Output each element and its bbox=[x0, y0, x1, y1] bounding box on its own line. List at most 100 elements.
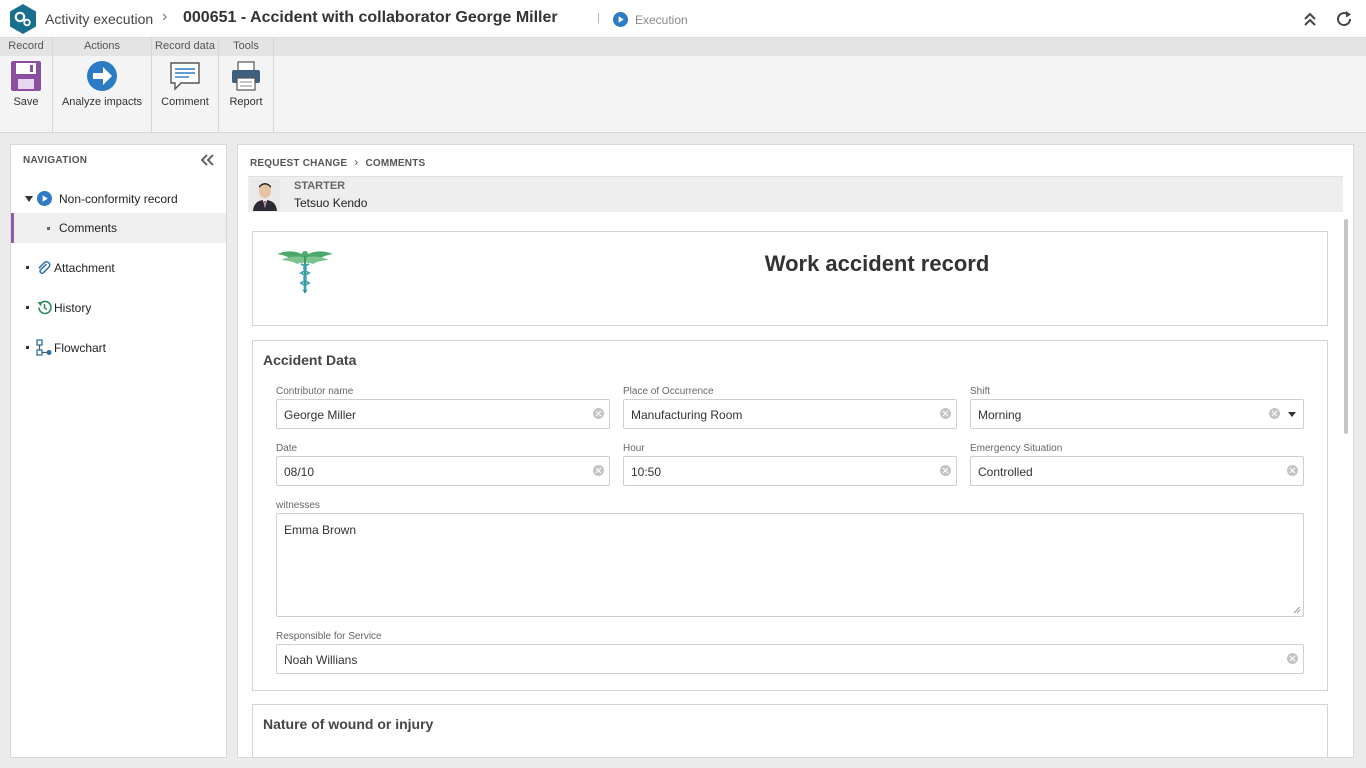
comment-icon bbox=[170, 62, 200, 91]
analyze-impacts-label: Analyze impacts bbox=[61, 96, 143, 108]
contributor-name-label: Contributor name bbox=[276, 386, 354, 397]
date-label: Date bbox=[276, 443, 298, 454]
clear-icon[interactable] bbox=[940, 408, 951, 419]
clear-icon[interactable] bbox=[593, 408, 604, 419]
double-chevron-up-icon[interactable] bbox=[1302, 11, 1318, 27]
main-panel: REQUEST CHANGE › COMMENTS STARTER Tetsuo… bbox=[237, 144, 1354, 758]
comment-button[interactable]: Comment bbox=[152, 60, 218, 108]
form-header-card: Work accident record bbox=[252, 231, 1328, 326]
breadcrumb-item: COMMENTS bbox=[365, 158, 426, 169]
resize-grip-icon[interactable] bbox=[1293, 606, 1301, 614]
field-value: Noah Willians bbox=[284, 653, 358, 667]
field-value: 10:50 bbox=[631, 465, 662, 479]
printer-icon bbox=[232, 61, 260, 91]
history-icon bbox=[37, 300, 52, 315]
nav-item-non-conformity-record[interactable]: Non-conformity record bbox=[11, 184, 226, 214]
emergency-situation-label: Emergency Situation bbox=[970, 443, 1063, 454]
refresh-icon[interactable] bbox=[1335, 10, 1353, 28]
starter-bar: STARTER Tetsuo Kendo bbox=[248, 176, 1343, 212]
field-value: George Miller bbox=[284, 408, 357, 422]
starter-name: Tetsuo Kendo bbox=[294, 196, 368, 210]
scrollbar[interactable] bbox=[1344, 219, 1348, 434]
field-value: Emma Brown bbox=[284, 523, 357, 537]
avatar bbox=[250, 179, 280, 211]
clear-icon[interactable] bbox=[1269, 408, 1280, 419]
contributor-name-field[interactable]: George Miller bbox=[276, 399, 610, 429]
nav-item-flowchart[interactable]: Flowchart bbox=[11, 333, 226, 363]
responsible-for-service-field[interactable]: Noah Willians bbox=[276, 644, 1304, 674]
shift-select[interactable]: Morning bbox=[970, 399, 1304, 429]
caret-down-icon[interactable] bbox=[25, 196, 33, 202]
ribbon-group-record: Record Save bbox=[0, 38, 53, 133]
navigation-panel: NAVIGATION Non-conformity record Comment… bbox=[10, 144, 227, 758]
ribbon-toolbar: Record Save Actions Analyze impacts Reco… bbox=[0, 38, 1366, 133]
ribbon-group-label: Tools bbox=[219, 38, 273, 56]
ribbon-group-label: Record bbox=[0, 38, 52, 56]
form-title: Work accident record bbox=[764, 251, 990, 276]
analyze-impacts-button[interactable]: Analyze impacts bbox=[53, 60, 151, 108]
nav-item-attachment[interactable]: Attachment bbox=[11, 253, 226, 283]
clear-icon[interactable] bbox=[593, 465, 604, 476]
arrow-right-circle-icon bbox=[87, 61, 117, 91]
breadcrumb-separator: › bbox=[354, 155, 359, 169]
nav-item-label: Attachment bbox=[54, 261, 115, 275]
save-button[interactable]: Save bbox=[0, 60, 52, 108]
record-title: 000651 - Accident with collaborator Geor… bbox=[183, 9, 558, 26]
paperclip-icon bbox=[38, 261, 51, 274]
title-pipe: | bbox=[597, 12, 600, 24]
ribbon-group-tools: Tools Report bbox=[219, 38, 274, 133]
ribbon-group-record-data: Record data Comment bbox=[152, 38, 219, 133]
field-value: Manufacturing Room bbox=[631, 408, 743, 422]
nav-item-comments[interactable]: Comments bbox=[11, 213, 226, 243]
gears-icon bbox=[10, 4, 36, 34]
bullet bbox=[26, 266, 29, 269]
place-of-occurrence-field[interactable]: Manufacturing Room bbox=[623, 399, 957, 429]
nav-item-history[interactable]: History bbox=[11, 293, 226, 323]
field-value: Morning bbox=[978, 408, 1022, 422]
nav-item-label: Non-conformity record bbox=[59, 192, 178, 206]
hour-label: Hour bbox=[623, 443, 645, 454]
field-value: Controlled bbox=[978, 465, 1033, 479]
floppy-disk-icon bbox=[11, 61, 41, 91]
report-label: Report bbox=[229, 96, 263, 108]
app-title: Activity execution bbox=[45, 11, 154, 27]
bullet bbox=[47, 227, 50, 230]
bullet bbox=[26, 306, 29, 309]
play-circle-icon bbox=[37, 191, 52, 206]
comment-label: Comment bbox=[161, 96, 209, 108]
shift-label: Shift bbox=[970, 386, 991, 397]
user-photo-icon bbox=[250, 179, 280, 211]
breadcrumb-item[interactable]: REQUEST CHANGE bbox=[250, 158, 347, 169]
field-value: 08/10 bbox=[284, 465, 315, 479]
ribbon-group-actions: Actions Analyze impacts bbox=[53, 38, 152, 133]
play-circle-icon bbox=[613, 12, 628, 27]
double-chevron-left-icon[interactable] bbox=[200, 154, 214, 166]
title-bar: Activity execution › 000651 - Accident w… bbox=[0, 0, 1366, 38]
save-label: Save bbox=[13, 96, 39, 108]
emergency-situation-field[interactable]: Controlled bbox=[970, 456, 1304, 486]
ribbon-group-label: Record data bbox=[152, 38, 218, 56]
nav-item-label: Comments bbox=[59, 221, 118, 235]
clear-icon[interactable] bbox=[1287, 653, 1298, 664]
navigation-title: NAVIGATION bbox=[23, 155, 88, 166]
witnesses-label: witnesses bbox=[276, 500, 320, 511]
bullet bbox=[26, 346, 29, 349]
nav-item-label: History bbox=[54, 301, 92, 315]
nav-item-label: Flowchart bbox=[54, 341, 107, 355]
status-label: Execution bbox=[635, 13, 688, 27]
clear-icon[interactable] bbox=[940, 465, 951, 476]
ribbon-group-label: Actions bbox=[53, 38, 151, 56]
report-button[interactable]: Report bbox=[219, 60, 273, 108]
accident-data-section: Accident Data Contributor name George Mi… bbox=[252, 340, 1328, 691]
caret-down-icon[interactable] bbox=[1288, 412, 1296, 417]
responsible-for-service-label: Responsible for Service bbox=[276, 631, 382, 642]
flowchart-icon bbox=[36, 339, 52, 356]
nature-of-injury-section: Nature of wound or injury bbox=[252, 704, 1328, 757]
section-title: Nature of wound or injury bbox=[263, 716, 434, 732]
hour-field[interactable]: 10:50 bbox=[623, 456, 957, 486]
witnesses-textarea[interactable]: Emma Brown bbox=[276, 513, 1304, 617]
date-field[interactable]: 08/10 bbox=[276, 456, 610, 486]
breadcrumb: REQUEST CHANGE › COMMENTS bbox=[250, 155, 425, 169]
clear-icon[interactable] bbox=[1287, 465, 1298, 476]
title-separator: › bbox=[162, 8, 168, 25]
